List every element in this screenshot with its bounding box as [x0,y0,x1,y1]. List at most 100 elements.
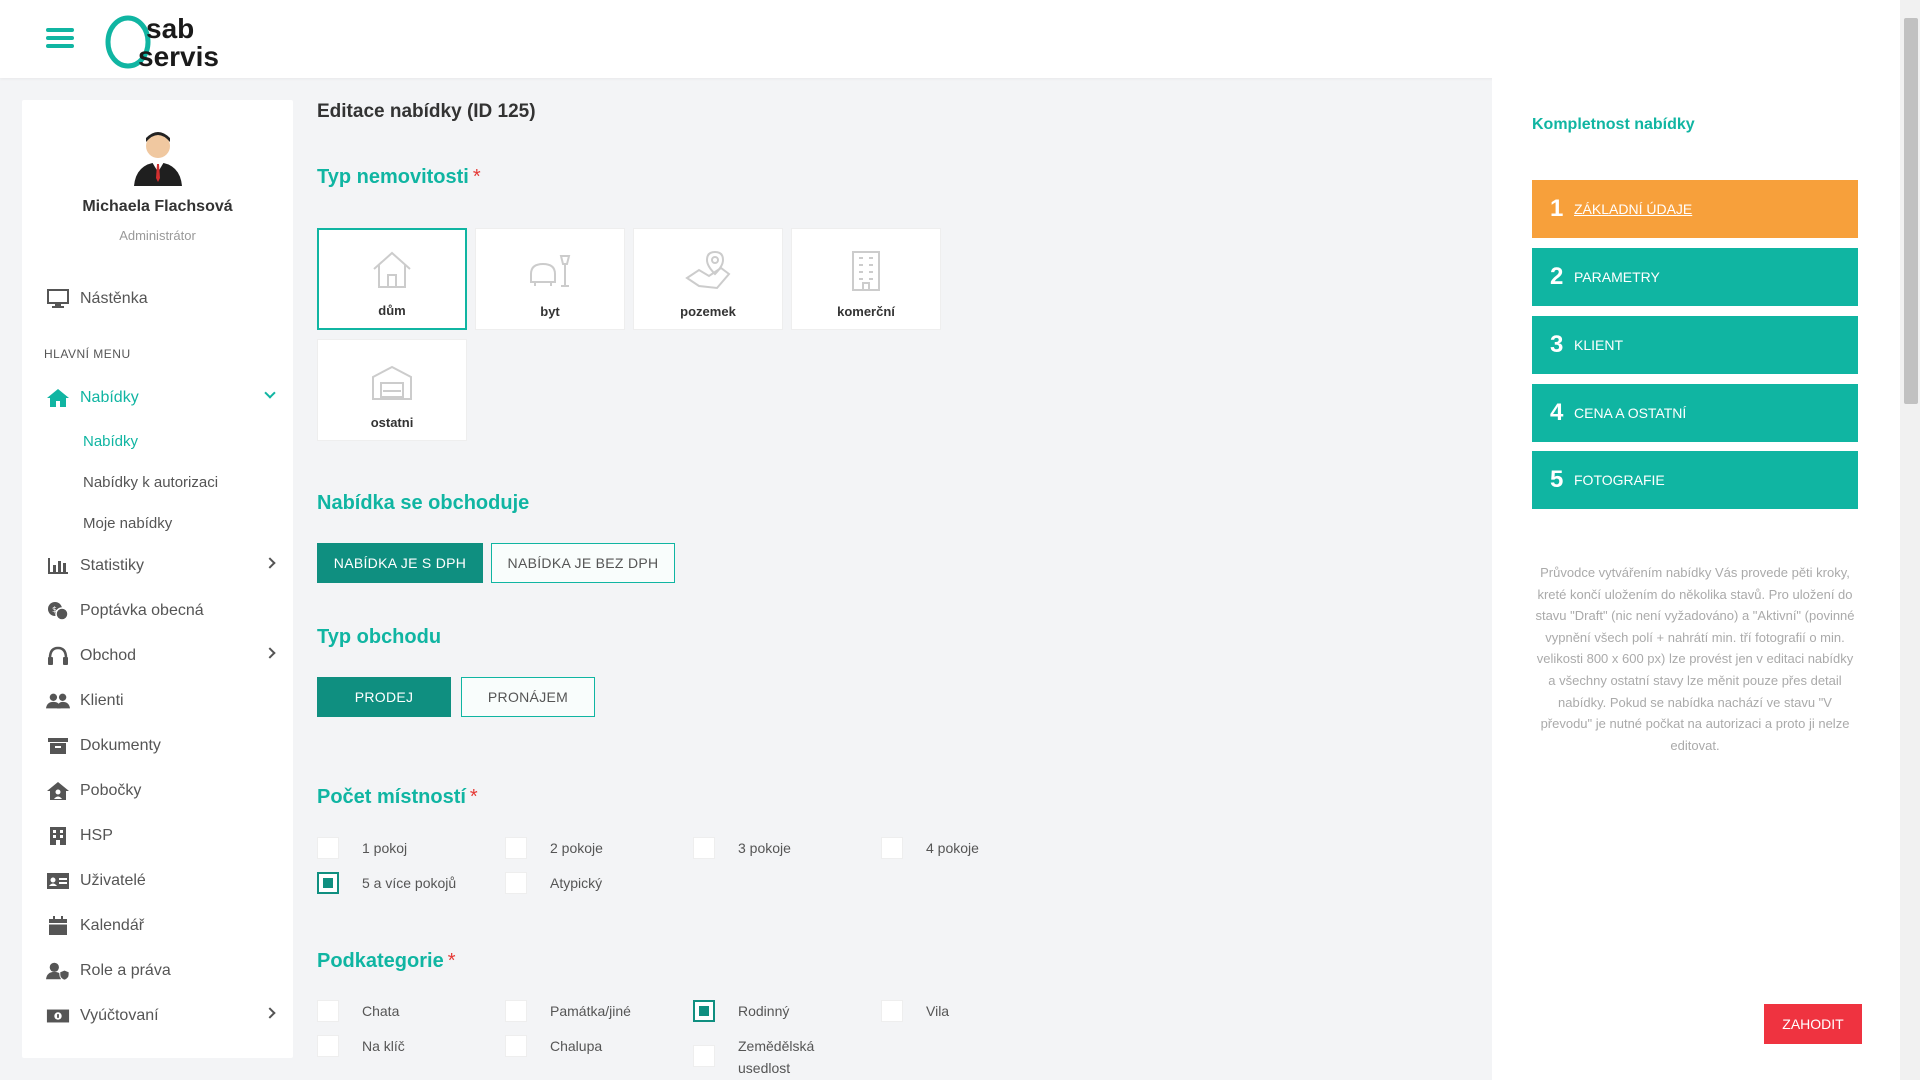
required-marker: * [469,786,478,808]
bar-chart-icon [46,555,70,577]
room-1-checkbox[interactable] [317,837,339,859]
property-type-label: dům [378,303,406,318]
room-2-checkbox[interactable] [505,837,527,859]
nav-roles[interactable]: Role a práva [46,956,274,986]
room-5plus-checkbox[interactable] [317,872,339,894]
menu-toggle-icon[interactable] [46,28,74,52]
chevron-right-icon [264,647,276,659]
garage-icon [372,365,412,400]
nav-clients[interactable]: Klienti [46,686,274,716]
sub-family-label: Rodinný [738,1003,790,1019]
svg-text:sab: sab [146,13,194,44]
nav-billing-label: Vyúčtovaní [80,1007,159,1024]
nav-branches-label: Pobočky [80,782,142,799]
nav-business-label: Obchod [80,647,137,664]
nav-documents[interactable]: Dokumenty [46,731,274,761]
step-price-other[interactable]: 4 Cena a ostatní [1532,384,1858,442]
room-4-checkbox[interactable] [881,837,903,859]
nav-calendar[interactable]: Kalendář [46,911,274,941]
step-photos[interactable]: 5 Fotografie [1532,451,1858,509]
nav-documents-label: Dokumenty [80,737,161,754]
sub-cottage-checkbox[interactable] [317,1000,339,1022]
nav-roles-label: Role a práva [80,962,171,979]
office-building-icon [852,251,880,291]
room-3-checkbox[interactable] [693,837,715,859]
nav-offers[interactable]: Nabídky [46,383,276,413]
section-property-type: Typ nemovitosti * [317,166,481,189]
step-number: 1 [1550,195,1564,222]
nav-statistics-label: Statistiky [80,557,145,574]
nav-users-label: Uživatelé [80,872,146,889]
property-type-land[interactable]: pozemek [633,228,783,330]
step-number: 3 [1550,331,1564,358]
sub-family-checkbox[interactable] [693,1000,715,1022]
sub-farmstead-checkbox[interactable] [693,1045,715,1067]
sub-turnkey-label: Na klíč [362,1038,405,1054]
user-name: Michaela Flachsová [82,198,233,215]
step-number: 5 [1550,466,1564,493]
nav-billing[interactable]: Vyúčtovaní [46,1001,276,1031]
completeness-panel: Kompletnost nabídky 1 Základní údaje 2 P… [1492,78,1900,1080]
top-header: sab servis [0,0,1900,78]
sab-servis-logo[interactable]: sab servis [102,10,262,70]
section-vat: Nabídka se obchoduje [317,492,530,514]
chevron-down-icon [264,387,276,399]
user-shield-icon [46,960,70,982]
deal-rent-button[interactable]: PRONÁJEM [461,677,595,717]
room-1-label: 1 pokoj [362,840,408,856]
step-label: Fotografie [1574,472,1665,488]
nav-branches[interactable]: Pobočky [46,776,274,806]
room-3-label: 3 pokoje [738,840,791,856]
sub-chalupa-checkbox[interactable] [505,1035,527,1057]
room-atypical-checkbox[interactable] [505,872,527,894]
discard-button[interactable]: ZAHODIT [1764,1004,1862,1044]
home-icon [46,387,70,409]
deal-sale-button[interactable]: PRODEJ [317,677,451,717]
coins-hand-icon: $ [46,600,70,622]
property-type-label: komerční [837,304,895,319]
property-type-house[interactable]: dům [317,228,467,330]
nav-calendar-label: Kalendář [80,917,145,934]
nav-business[interactable]: Obchod [46,641,276,671]
vat-with-button[interactable]: NABÍDKA JE S DPH [317,543,483,583]
property-type-other[interactable]: ostatni [317,339,467,441]
id-card-icon [46,870,70,892]
vat-without-button[interactable]: NABÍDKA JE BEZ DPH [491,543,675,583]
sub-monument-label: Památka/jiné [550,1003,631,1019]
nav-users[interactable]: Uživatelé [46,866,274,896]
user-avatar [134,132,182,186]
main-menu-heading: HLAVNÍ MENU [44,347,131,361]
section-title-text: Počet místností [317,786,466,808]
subnav-offers-authorization[interactable]: Nabídky k autorizaci [83,474,218,491]
sub-farmstead-label: Zemědělská [738,1038,815,1054]
sub-turnkey-checkbox[interactable] [317,1035,339,1057]
step-basic-info[interactable]: 1 Základní údaje [1532,180,1858,238]
building-icon [46,825,70,847]
house-icon [373,251,411,288]
user-role: Administrátor [119,228,196,243]
nav-hsp[interactable]: HSP [46,821,274,851]
sub-chalupa-label: Chalupa [550,1038,603,1054]
scrollbar-thumb[interactable] [1904,18,1918,404]
nav-hsp-label: HSP [80,827,113,844]
nav-general-demand[interactable]: $ Poptávka obecná [46,596,274,626]
property-type-commercial[interactable]: komerční [791,228,941,330]
section-deal-type: Typ obchodu [317,626,442,648]
archive-box-icon [46,735,70,757]
nav-dashboard[interactable]: Nástěnka [46,284,274,314]
sidebar: Michaela Flachsová Administrátor Nástěnk… [22,100,293,1058]
sub-villa-checkbox[interactable] [881,1000,903,1022]
sub-monument-checkbox[interactable] [505,1000,527,1022]
step-label: Parametry [1574,269,1660,285]
nav-dashboard-label: Nástěnka [80,290,148,307]
nav-statistics[interactable]: Statistiky [46,551,276,581]
step-client[interactable]: 3 Klient [1532,316,1858,374]
required-marker: * [472,166,481,188]
property-type-label: pozemek [680,304,736,319]
property-type-flat[interactable]: byt [475,228,625,330]
property-type-label: ostatni [370,415,414,430]
subnav-offers[interactable]: Nabídky [83,433,138,450]
subnav-my-offers[interactable]: Moje nabídky [83,515,172,532]
step-parameters[interactable]: 2 Parametry [1532,248,1858,306]
svg-text:servis: servis [138,41,219,70]
